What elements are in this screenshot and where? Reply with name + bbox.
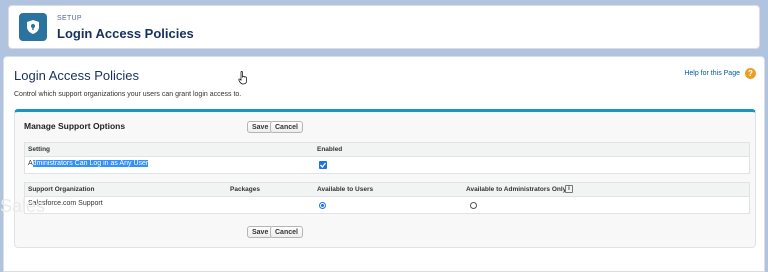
column-header-enabled: Enabled [317,146,343,153]
setting-label: Administrators Can Log in as Any User [28,160,149,167]
setting-label-selected: dministrators Can Log in as Any User [32,160,149,167]
column-header-setting: Setting [28,146,51,153]
block-title: Manage Support Options [24,121,126,131]
help-icon[interactable]: ? [745,68,756,79]
header-title: Login Access Policies [57,26,194,41]
setting-label-prefix: A [28,160,33,167]
shield-icon [19,13,47,41]
main-content: Login Access Policies Help for this Page… [3,56,765,272]
cancel-button-bottom[interactable]: Cancel [270,226,303,238]
settings-table-header: Setting Enabled [25,143,749,157]
support-organizations-table: Support Organization Packages Available … [24,182,750,214]
orgs-table-header: Support Organization Packages Available … [25,183,749,197]
setup-header: SETUP Login Access Policies [8,5,760,49]
watermark: Sales [0,196,46,216]
mouse-cursor-icon [238,71,248,90]
info-icon[interactable]: i [565,185,573,193]
column-header-packages: Packages [230,186,260,193]
cancel-button-top[interactable]: Cancel [270,121,303,133]
page-title: Login Access Policies [14,68,140,83]
header-eyebrow: SETUP [57,15,82,22]
enabled-checkbox[interactable] [319,161,327,169]
column-header-available-to-admins: Available to Administrators Only [466,186,567,193]
settings-table: Setting Enabled Administrators Can Log i… [24,142,750,174]
manage-support-options-block: Manage Support Options Save Cancel Setti… [14,109,756,248]
column-header-available-to-users: Available to Users [317,186,374,193]
available-to-admins-radio[interactable] [470,202,477,209]
help-link[interactable]: Help for this Page [684,70,740,77]
available-to-users-radio[interactable] [319,202,326,209]
column-header-support-organization: Support Organization [28,186,95,193]
page-description: Control which support organizations your… [14,91,242,98]
